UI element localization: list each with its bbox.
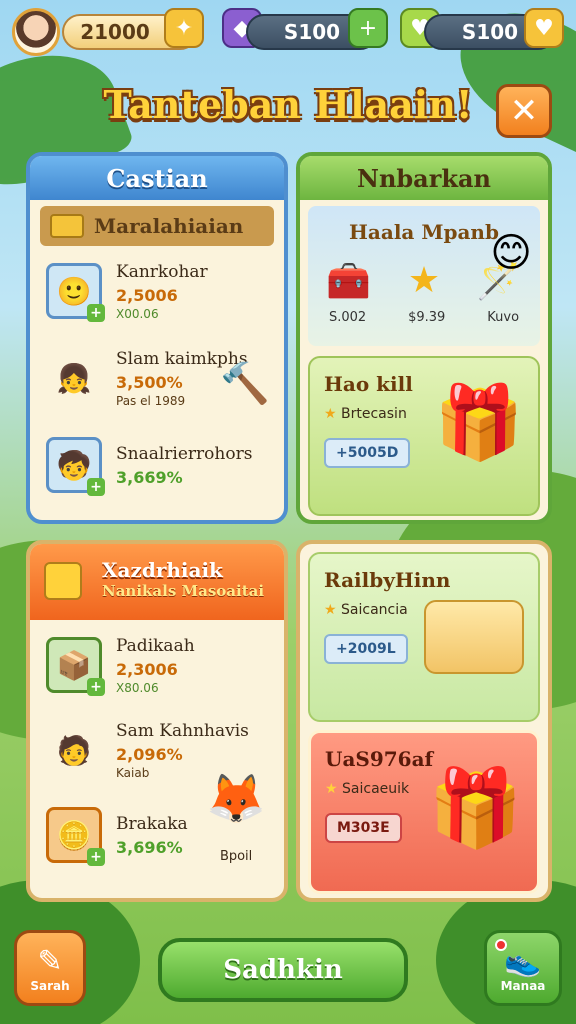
item-price: 2,3006 <box>116 659 178 679</box>
list-item[interactable]: 📦 + Padikaah 2,3006 X80.06 <box>30 626 284 704</box>
section-header: Maralahiaian <box>40 206 274 246</box>
fox-mascot: 🦊 Bpoil <box>206 770 266 864</box>
offer-sub-text: Brtecasin <box>341 406 407 422</box>
reward-label: Kuvo <box>487 310 520 325</box>
item-name: Brakaka <box>116 813 188 834</box>
panel-header-label: Nnbarkan <box>357 163 491 193</box>
character-thumb: 🧑 <box>56 733 92 767</box>
list-item[interactable]: 🙂 + Kanrkohar 2,5006 X00.06 <box>30 252 284 330</box>
item-price: 2,096% <box>116 744 183 764</box>
right-panel-bottom: RailbyHinn ★ Saicancia +2009L UaS976af ★… <box>296 540 552 902</box>
paint-icon: 🧰 <box>326 261 372 302</box>
star-icon: ★ <box>324 406 337 422</box>
coin-value: 21000 <box>80 20 150 44</box>
gold-bar-icon <box>50 214 84 238</box>
main-action-button[interactable]: Sadhkin <box>158 938 408 1002</box>
item-name: Kanrkohar <box>116 261 208 282</box>
butter-block-icon <box>424 600 524 674</box>
offer-sub-text: Saicancia <box>341 602 408 618</box>
character-thumb: 👧 <box>56 361 92 395</box>
star-icon: ★ <box>324 602 337 618</box>
reward-box[interactable]: Haala Mpanb 😊 🧰 ★ 🪄 S.002 $9.39 Kuvo <box>308 206 540 346</box>
star-icon: ★ <box>407 260 441 301</box>
list-item[interactable]: 🧒 + Snaalrierrohors 3,669% <box>30 426 284 504</box>
item-name: Padikaah <box>116 635 195 656</box>
character-thumb: 🧒 + <box>46 437 105 496</box>
hammer-icon: 🔨 <box>220 361 270 407</box>
left-nav-button[interactable]: ✎ Sarah <box>14 930 86 1006</box>
main-action-label: Sadhkin <box>223 955 343 985</box>
gift-box-icon: 🎁 <box>428 763 523 852</box>
shirt-icon <box>44 562 82 600</box>
left-panel-top: Castian Maralahiaian 🙂 + Kanrkohar 2,5006… <box>26 152 288 524</box>
player-avatar[interactable] <box>12 8 60 56</box>
offer-price[interactable]: M303E <box>325 813 402 843</box>
right-nav-label: Manaa <box>500 978 546 993</box>
page-title: Tanteban Hlaain! <box>103 82 473 127</box>
treasure-chest-icon: 🎁 <box>434 380 524 464</box>
item-price: 2,5006 <box>116 285 178 305</box>
resource-bar: 21000 ✦ ◆ S100 + ♥ S100 ♥ <box>8 8 568 56</box>
energy-value: S100 <box>461 20 519 44</box>
pencil-icon: ✎ <box>37 943 63 979</box>
reward-label: S.002 <box>328 310 367 325</box>
add-gems-button[interactable]: + <box>348 8 388 48</box>
add-coins-button[interactable]: ✦ <box>164 8 204 48</box>
item-name: Sam Kahnhavis <box>116 720 249 741</box>
offer-card[interactable]: UaS976af ★ Saicaeuik M303E 🎁 <box>308 730 540 894</box>
mascot-label: Bpoil <box>219 849 253 864</box>
fox-icon: 🦊 <box>206 771 266 827</box>
promo-subtitle: Nanikals Masoaitai <box>102 582 265 600</box>
item-sub: X80.06 <box>116 680 159 695</box>
close-icon: ✕ <box>509 91 539 131</box>
character-thumb: 📦 + <box>46 637 105 696</box>
panel-header: Nnbarkan <box>300 156 548 200</box>
panel-header-label: Castian <box>106 163 208 193</box>
reward-label: $9.39 <box>408 310 446 325</box>
item-name: Snaalrierrohors <box>116 443 253 464</box>
panel-header: Castian <box>30 156 284 200</box>
item-sub: X00.06 <box>116 306 159 321</box>
offer-sub-text: Saicaeuik <box>342 781 410 797</box>
notification-dot <box>495 939 507 951</box>
gem-value: S100 <box>283 20 341 44</box>
offer-name: RailbyHinn <box>324 568 451 592</box>
close-button[interactable]: ✕ <box>496 84 552 138</box>
smiley-icon: 😊 <box>490 230 532 276</box>
list-item[interactable]: 👧 Slam kaimkphs 3,500% Pas el 1989 🔨 <box>30 330 284 426</box>
item-price: 3,696% <box>116 837 183 857</box>
add-energy-button[interactable]: ♥ <box>524 8 564 48</box>
promo-header: Xazdrhiaik Nanikals Masoaitai <box>30 544 284 620</box>
offer-card[interactable]: Hao kill ★ Brtecasin +5005D 🎁 <box>308 356 540 516</box>
coin-icon: ✦ <box>174 15 194 41</box>
shoe-icon: 👟 <box>504 943 542 979</box>
character-thumb: 🙂 + <box>46 263 105 322</box>
heart-icon: ♥ <box>534 15 554 41</box>
left-panel-bottom: Xazdrhiaik Nanikals Masoaitai 📦 + Padikaa… <box>26 540 288 902</box>
plus-icon: + <box>358 15 378 41</box>
right-panel-top: Nnbarkan Haala Mpanb 😊 🧰 ★ 🪄 S.002 $9.39… <box>296 152 552 524</box>
offer-price[interactable]: +2009L <box>324 634 408 664</box>
offer-price[interactable]: +5005D <box>324 438 411 468</box>
section-title: Maralahiaian <box>94 214 244 238</box>
left-nav-label: Sarah <box>30 978 70 993</box>
reward-labels: S.002 $9.39 Kuvo <box>308 310 540 325</box>
right-nav-button[interactable]: 👟 Manaa <box>484 930 562 1006</box>
star-icon: ★ <box>325 781 338 797</box>
item-price: 3,669% <box>116 467 183 487</box>
promo-title: Xazdrhiaik <box>102 558 223 582</box>
offer-card[interactable]: RailbyHinn ★ Saicancia +2009L <box>308 552 540 722</box>
character-thumb: 🪙 + <box>46 807 105 866</box>
